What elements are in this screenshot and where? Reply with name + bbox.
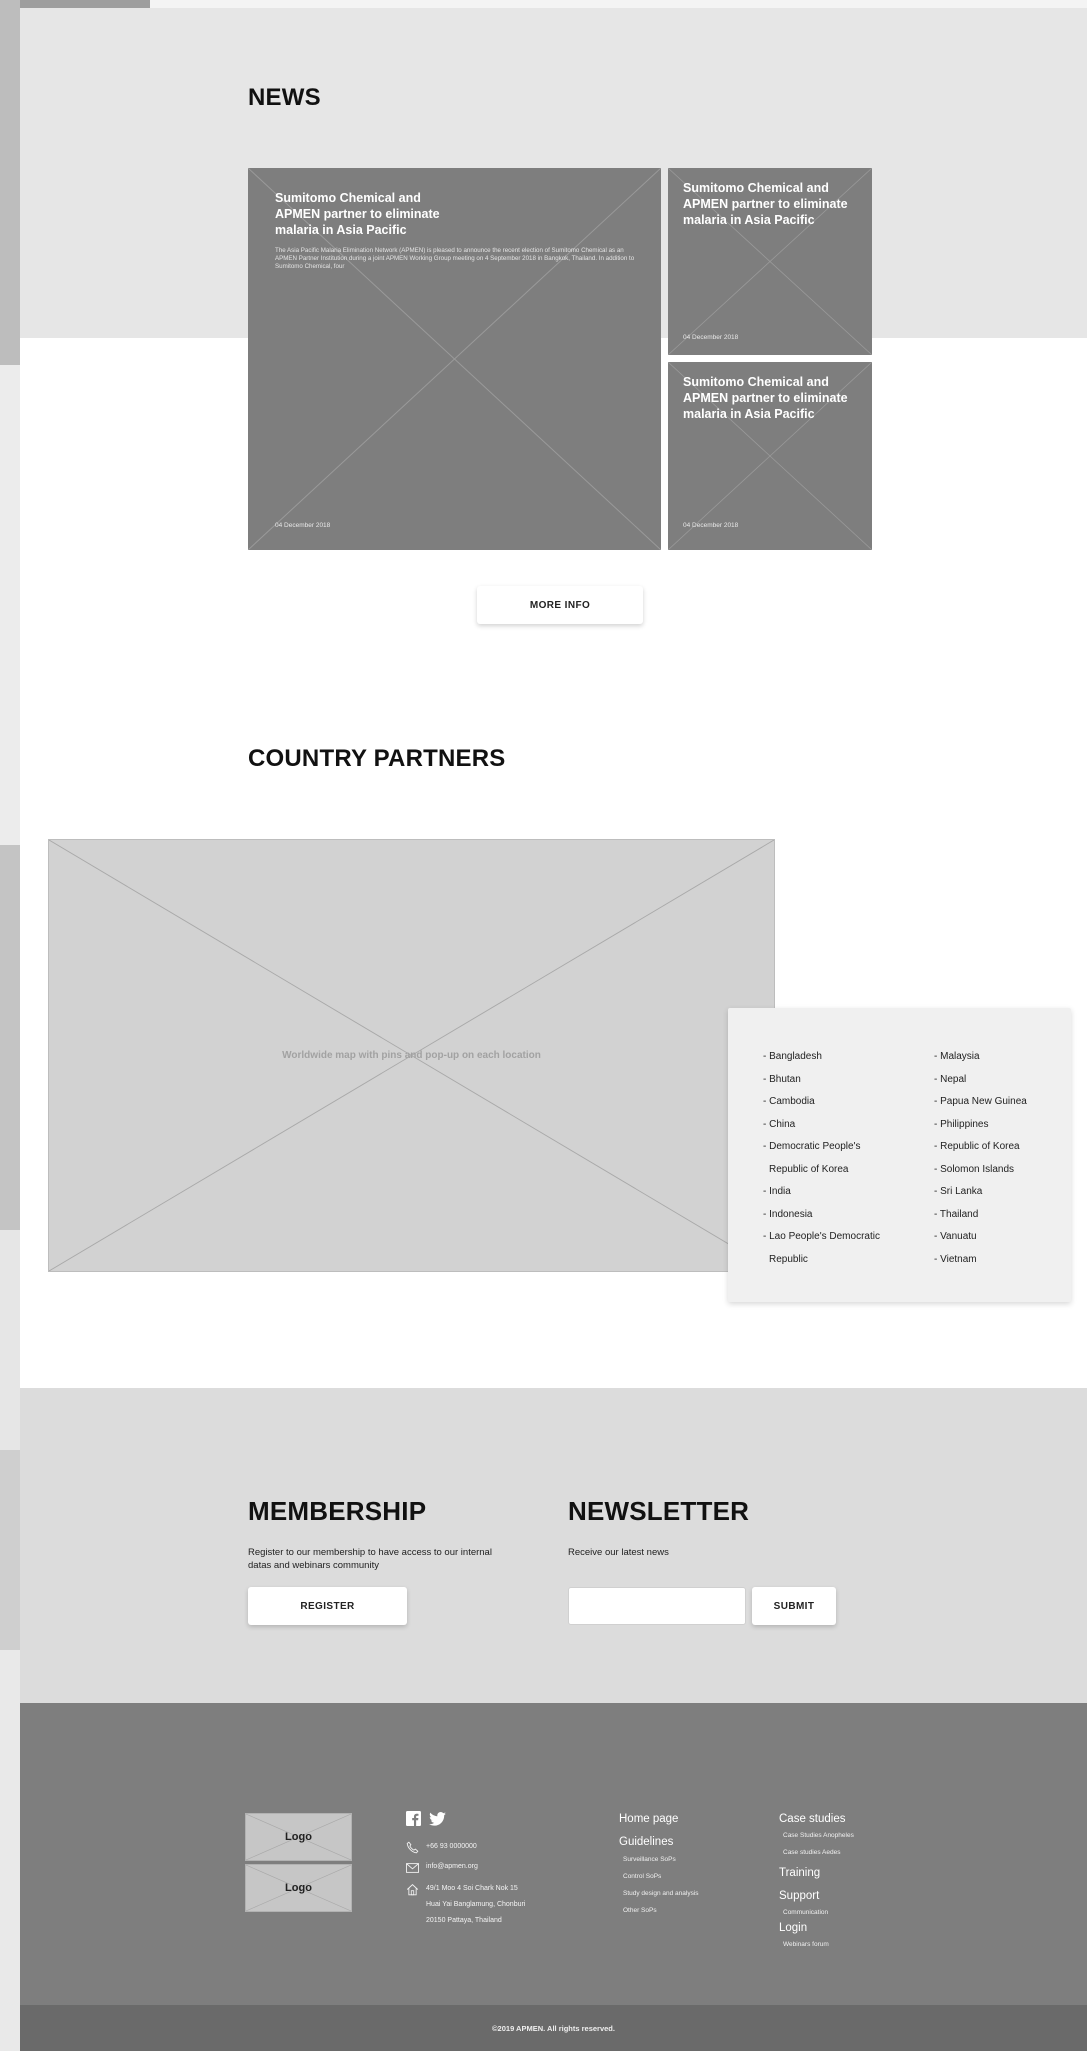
address-line: 49/1 Moo 4 Soi Chark Nok 15 [426,1885,518,1892]
footer-link-support[interactable]: Support [779,1890,819,1902]
country-item[interactable]: - Malaysia [934,1046,1027,1069]
register-button[interactable]: REGISTER [248,1587,407,1625]
case-sublinks: Case Studies Anopheles Case studies Aede… [783,1827,854,1861]
country-item[interactable]: - Lao People's Democratic Republic [763,1226,880,1271]
news-card-title[interactable]: Sumitomo Chemical and APMEN partner to e… [683,374,858,422]
footer-sublink[interactable]: Study design and analysis [623,1885,699,1902]
edge-strip [0,845,20,1230]
country-item[interactable]: - Republic of Korea [934,1136,1027,1159]
country-item[interactable]: - Democratic People's Republic of Korea [763,1136,880,1181]
footer-logo[interactable]: Logo [245,1813,352,1861]
footer-sublink[interactable]: Control SoPs [623,1868,699,1885]
country-item[interactable]: - China [763,1114,880,1137]
footer-logo[interactable]: Logo [245,1864,352,1912]
footer-sublink[interactable]: Case studies Aedes [783,1844,854,1861]
logo-text: Logo [285,1882,312,1894]
newsletter-title: NEWSLETTER [568,1496,750,1526]
submit-button[interactable]: SUBMIT [752,1587,836,1625]
logo-text: Logo [285,1831,312,1843]
footer-sublink[interactable]: Webinars forum [783,1936,829,1953]
news-featured-card[interactable]: Sumitomo Chemical and APMEN partner to e… [248,168,661,550]
copyright-text: ©2019 APMEN. All rights reserved. [492,2024,615,2033]
newsletter-email-input[interactable] [568,1587,746,1625]
map-label: Worldwide map with pins and pop-up on ea… [282,1050,541,1061]
country-item[interactable]: - Solomon Islands [934,1159,1027,1182]
news-title: NEWS [248,84,321,111]
news-card-title[interactable]: Sumitomo Chemical and APMEN partner to e… [683,180,858,228]
login-sublinks: Webinars forum [783,1936,829,1953]
news-card-date: 04 December 2018 [683,522,739,529]
news-card[interactable]: Sumitomo Chemical and APMEN partner to e… [668,168,872,355]
membership-text: Register to our membership to have acces… [248,1547,492,1571]
country-item[interactable]: - Vietnam [934,1249,1027,1272]
footer-sublink[interactable]: Case Studies Anopheles [783,1827,854,1844]
twitter-icon[interactable] [429,1812,446,1826]
country-item[interactable]: - Bangladesh [763,1046,880,1069]
footer: Logo Logo +66 93 0000000 info@apmen.org [20,1703,1087,2005]
page: NEWS Sumitomo Chemical and APMEN partner… [20,8,1087,2051]
country-item[interactable]: - Bhutan [763,1069,880,1092]
country-item[interactable]: - India [763,1181,880,1204]
footer-link-training[interactable]: Training [779,1867,820,1879]
footer-sublink[interactable]: Surveillance SoPs [623,1851,699,1868]
footer-sublink[interactable]: Communication [783,1904,828,1921]
newsletter-text: Receive our latest news [568,1547,669,1558]
background-strip [0,0,150,8]
country-column-1: - Bangladesh - Bhutan - Cambodia - China… [763,1046,880,1271]
address-line: Huai Yai Banglamung, Chonburi [426,1901,526,1908]
country-item[interactable]: - Philippines [934,1114,1027,1137]
footer-link-login[interactable]: Login [779,1922,807,1934]
address: 49/1 Moo 4 Soi Chark Nok 15 Huai Yai Ban… [426,1881,525,1929]
country-partners-title: COUNTRY PARTNERS [248,745,506,772]
guidelines-sublinks: Surveillance SoPs Control SoPs Study des… [623,1851,699,1919]
country-item[interactable]: - Thailand [934,1204,1027,1227]
footer-link-case-studies[interactable]: Case studies [779,1813,845,1825]
news-card-date: 04 December 2018 [683,334,739,341]
country-item[interactable]: - Vanuatu [934,1226,1027,1249]
country-column-2: - Malaysia - Nepal - Papua New Guinea - … [934,1046,1027,1271]
country-item[interactable]: - Cambodia [763,1091,880,1114]
edge-strip [0,0,20,365]
address-line: 20150 Pattaya, Thailand [426,1917,502,1924]
news-card[interactable]: Sumitomo Chemical and APMEN partner to e… [668,362,872,550]
footer-link-guidelines[interactable]: Guidelines [619,1836,673,1848]
facebook-icon[interactable] [406,1811,421,1826]
news-featured-date: 04 December 2018 [275,522,331,529]
membership-title: MEMBERSHIP [248,1496,427,1526]
world-map-placeholder[interactable]: Worldwide map with pins and pop-up on ea… [48,839,775,1272]
country-item[interactable]: - Papua New Guinea [934,1091,1027,1114]
country-item[interactable]: - Indonesia [763,1204,880,1227]
mail-icon [406,1863,419,1873]
footer-link-home[interactable]: Home page [619,1813,678,1825]
news-featured-excerpt: The Asia Pacific Malaria Elimination Net… [275,247,635,270]
country-item[interactable]: - Sri Lanka [934,1181,1027,1204]
edge-strip [0,1650,20,2051]
email-address[interactable]: info@apmen.org [426,1859,478,1875]
membership-band [20,1388,1087,1703]
support-sublinks: Communication [783,1904,828,1921]
phone-number[interactable]: +66 93 0000000 [426,1839,477,1855]
edge-strip [0,1230,20,1450]
copyright-bar: ©2019 APMEN. All rights reserved. [20,2005,1087,2051]
footer-sublink[interactable]: Other SoPs [623,1902,699,1919]
edge-strip [0,365,20,845]
home-icon [406,1884,419,1896]
more-info-button[interactable]: MORE INFO [477,586,643,624]
country-list-panel: - Bangladesh - Bhutan - Cambodia - China… [728,1008,1071,1302]
news-featured-title[interactable]: Sumitomo Chemical and APMEN partner to e… [275,190,460,238]
phone-icon [406,1841,419,1854]
country-item[interactable]: - Nepal [934,1069,1027,1092]
edge-strip [0,1450,20,1650]
